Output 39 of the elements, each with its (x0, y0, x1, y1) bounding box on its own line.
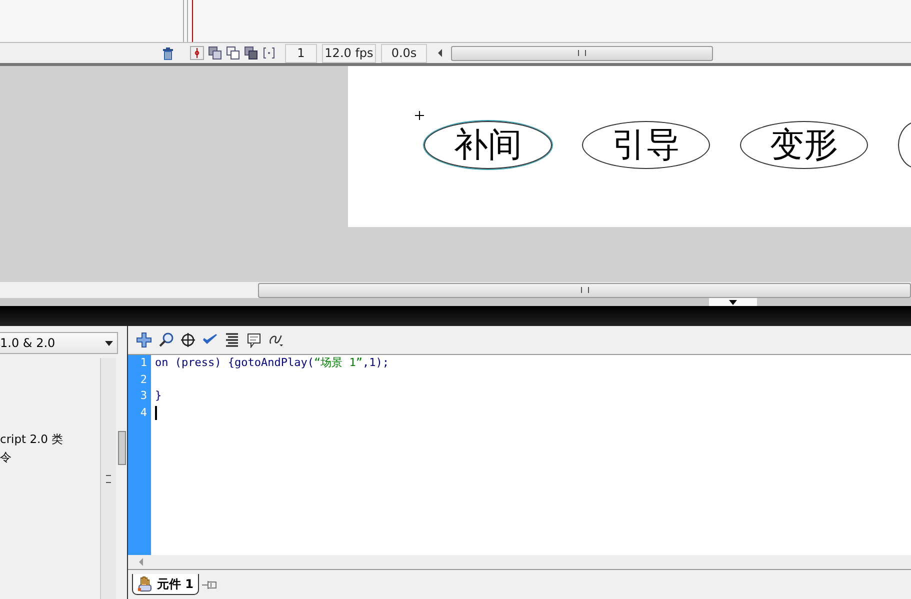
registration-cross-icon (415, 111, 424, 120)
onion-markers-icon[interactable] (262, 46, 276, 60)
scrollbar-thumb[interactable] (258, 282, 911, 298)
script-tab[interactable]: 元件 1 (132, 574, 199, 595)
edit-frames-icon[interactable] (244, 46, 258, 60)
oval-button-symbol[interactable]: 变形 (740, 121, 868, 169)
line-number: 1 (139, 355, 148, 371)
panel-collapse-tab[interactable] (709, 298, 757, 306)
caret-icon (105, 340, 113, 346)
onion-skin-icon[interactable] (208, 46, 222, 60)
trash-icon[interactable] (162, 46, 174, 60)
line-number: 4 (139, 404, 148, 420)
tab-label: 元件 1 (157, 576, 194, 592)
vertical-scrollbar[interactable] (100, 358, 116, 599)
line-number: 2 (139, 372, 148, 388)
elapsed-time: 0.0s (381, 44, 427, 62)
scroll-left-icon[interactable] (437, 49, 443, 57)
playhead-center-icon[interactable] (190, 46, 204, 60)
search-icon[interactable] (158, 332, 174, 348)
toolbox-item[interactable]: 令 (0, 448, 100, 466)
oval-button-symbol[interactable]: 引导 (582, 121, 710, 169)
add-icon[interactable] (136, 332, 152, 348)
code-editor[interactable]: on (press) {gotoAndPlay(“场景 1”,1); } (151, 355, 911, 555)
toolbox-item[interactable]: cript 2.0 类 (0, 430, 100, 448)
code-line: } (155, 388, 162, 404)
version-dropdown[interactable]: 1.0 & 2.0 (0, 332, 118, 354)
frame-rate: 12.0 fps (322, 44, 376, 62)
scrollbar-thumb[interactable] (451, 46, 713, 60)
hand-icon (137, 576, 153, 592)
pin-icon[interactable] (202, 580, 218, 590)
code-line: on (press) {gotoAndPlay(“场景 1”,1); (155, 355, 389, 371)
onion-outline-icon[interactable] (226, 46, 240, 60)
comment-icon[interactable] (246, 332, 262, 348)
line-number: 3 (139, 388, 148, 404)
format-icon[interactable] (224, 332, 240, 348)
oval-button-symbol[interactable]: 补间 (424, 121, 552, 169)
current-frame: 1 (285, 44, 317, 62)
target-icon[interactable] (180, 332, 196, 348)
splitter-handle[interactable] (118, 430, 126, 464)
